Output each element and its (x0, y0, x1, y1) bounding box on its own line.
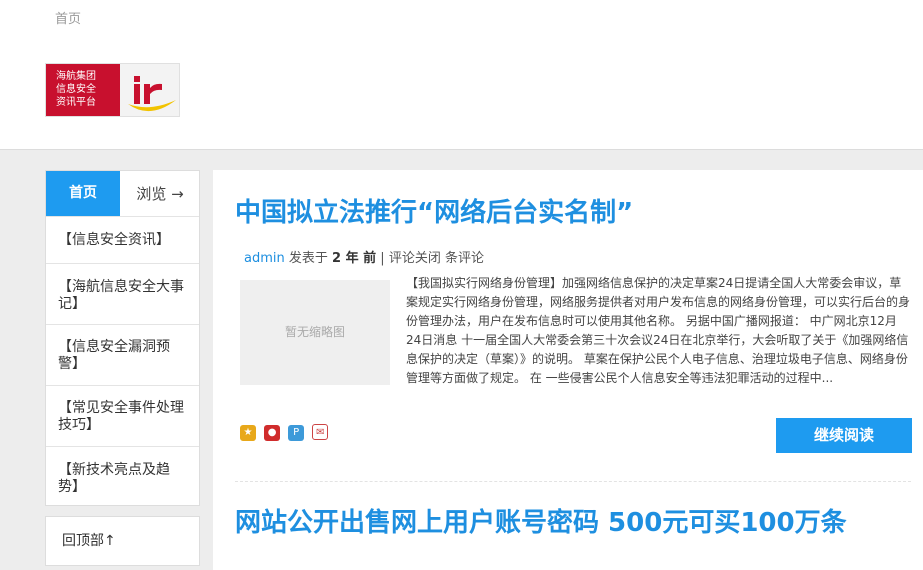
logo-line-1: 海航集团 (56, 71, 96, 82)
main-content: 中国拟立法推行“网络后台实名制” admin 发表于 2 年 前 | 评论关闭 … (213, 170, 923, 570)
sidebar-item-security-news[interactable]: 【信息安全资讯】 (46, 216, 199, 263)
post-meta: admin 发表于 2 年 前 | 评论关闭 条评论 (244, 247, 484, 266)
site-logo[interactable]: 海航集团 信息安全 资讯平台 (45, 63, 180, 117)
meta-separator: | (380, 251, 385, 266)
logo-line-3: 资讯平台 (56, 97, 96, 108)
post-excerpt: 【我国拟实行网络身份管理】加强网络信息保护的决定草案24日提请全国人大常委会审议… (406, 276, 911, 385)
site-header: 首页 海航集团 信息安全 资讯平台 (0, 0, 923, 150)
post-divider (235, 481, 911, 482)
tab-home[interactable]: 首页 (46, 171, 120, 216)
logo-line-2: 信息安全 (56, 84, 96, 95)
post-title[interactable]: 中国拟立法推行“网络后台实名制” (235, 192, 633, 229)
mail-icon[interactable]: ✉ (312, 424, 329, 440)
post-author-link[interactable]: admin (244, 251, 285, 266)
sidebar-item-vulnerability-alerts[interactable]: 【信息安全漏洞预警】 (46, 324, 199, 385)
share-bar: ★ ● P ✉ (240, 420, 331, 441)
sidebar-tabbar: 首页 浏览 → (46, 171, 199, 216)
read-more-button[interactable]: 继续阅读 (776, 418, 912, 453)
post-thumbnail[interactable]: 暂无缩略图 (240, 280, 390, 385)
sidebar-item-incident-handling[interactable]: 【常见安全事件处理技巧】 (46, 385, 199, 446)
comments-closed-link[interactable]: 评论关闭 (389, 251, 441, 266)
weibo-icon[interactable]: ● (264, 425, 281, 441)
posted-label: 发表于 (288, 251, 328, 266)
comment-count-link[interactable]: 条评论 (445, 251, 484, 266)
sidebar-item-hna-security-events[interactable]: 【海航信息安全大事记】 (46, 263, 199, 324)
logo-text-block: 海航集团 信息安全 资讯平台 (46, 64, 120, 116)
qzone-icon[interactable]: ★ (240, 425, 256, 441)
tab-browse[interactable]: 浏览 → (120, 171, 200, 216)
logo-ir-mark-icon (128, 76, 176, 112)
pengyou-icon[interactable]: P (288, 425, 305, 441)
post-title[interactable]: 网站公开出售网上用户账号密码 500元可买100万条 (235, 502, 847, 539)
sidebar-nav: 首页 浏览 → 【信息安全资讯】 【海航信息安全大事记】 【信息安全漏洞预警】 … (45, 170, 200, 506)
post-time: 2 年 前 (332, 251, 377, 266)
sidebar-item-new-tech-trends[interactable]: 【新技术亮点及趋势】 (46, 446, 199, 507)
back-to-top-button[interactable]: 回顶部↑ (45, 516, 200, 566)
top-home-link[interactable]: 首页 (55, 8, 81, 27)
